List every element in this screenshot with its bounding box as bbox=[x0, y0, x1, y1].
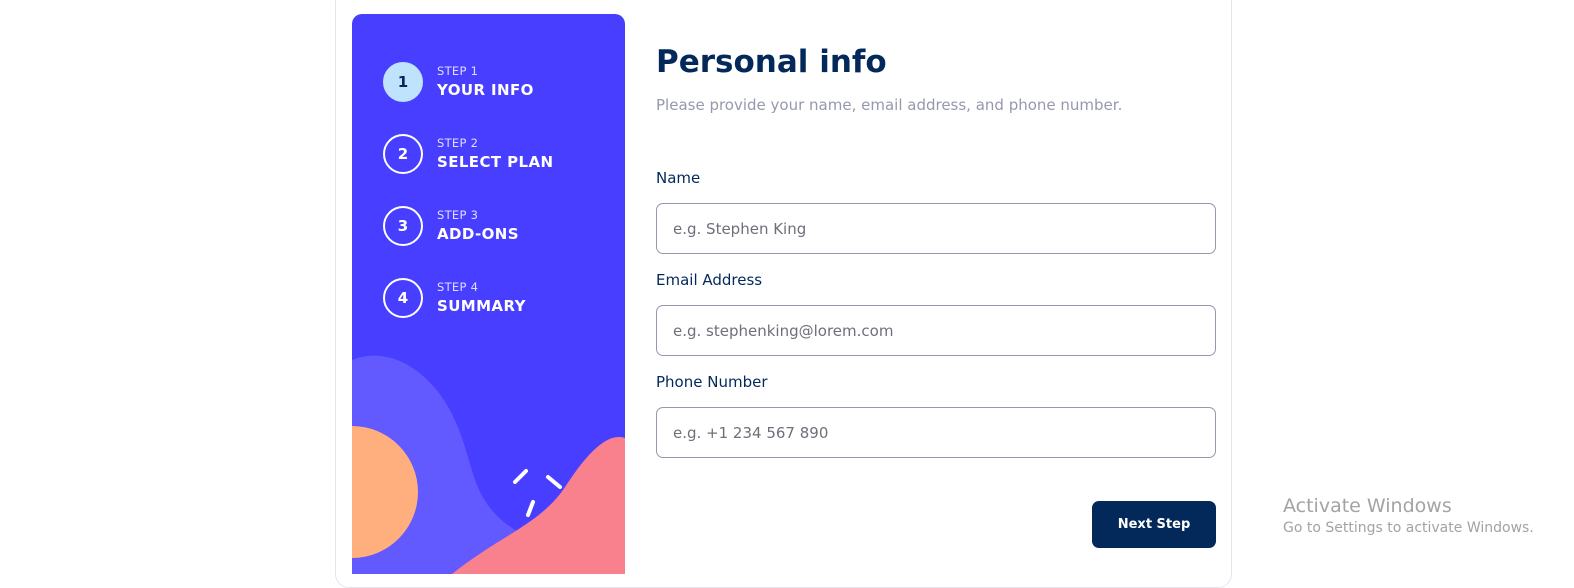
step-4-text: STEP 4 SUMMARY bbox=[437, 280, 526, 317]
decor-dash bbox=[546, 475, 562, 489]
phone-input[interactable] bbox=[656, 407, 1216, 458]
name-label: Name bbox=[656, 169, 701, 187]
step-3-label: STEP 3 bbox=[437, 207, 479, 222]
step-1-text: STEP 1 YOUR INFO bbox=[437, 64, 534, 101]
sidebar-step-3[interactable]: 3 STEP 3 ADD-ONS bbox=[383, 205, 519, 247]
step-1-label: STEP 1 bbox=[437, 63, 479, 78]
watermark-subtitle: Go to Settings to activate Windows. bbox=[1283, 520, 1534, 536]
name-input[interactable] bbox=[656, 203, 1216, 254]
activate-windows-watermark: Activate Windows Go to Settings to activ… bbox=[1283, 494, 1534, 538]
step-2-label: STEP 2 bbox=[437, 135, 479, 150]
phone-label: Phone Number bbox=[656, 373, 768, 391]
page-title: Personal info bbox=[656, 44, 887, 80]
step-3-text: STEP 3 ADD-ONS bbox=[437, 208, 519, 245]
step-4-label: STEP 4 bbox=[437, 279, 479, 294]
sidebar-step-2[interactable]: 2 STEP 2 SELECT PLAN bbox=[383, 133, 553, 175]
decor-dash bbox=[513, 469, 528, 484]
watermark-title: Activate Windows bbox=[1283, 495, 1452, 517]
step-1-title: YOUR INFO bbox=[437, 80, 534, 99]
sidebar-step-1[interactable]: 1 STEP 1 YOUR INFO bbox=[383, 61, 534, 103]
step-3-number: 3 bbox=[383, 206, 423, 246]
step-3-title: ADD-ONS bbox=[437, 224, 519, 243]
email-label: Email Address bbox=[656, 271, 763, 289]
steps-sidebar: 1 STEP 1 YOUR INFO 2 STEP 2 SELECT PLAN … bbox=[352, 14, 625, 574]
step-1-number: 1 bbox=[383, 62, 423, 102]
sidebar-step-4[interactable]: 4 STEP 4 SUMMARY bbox=[383, 277, 526, 319]
step-2-text: STEP 2 SELECT PLAN bbox=[437, 136, 553, 173]
email-input[interactable] bbox=[656, 305, 1216, 356]
step-4-title: SUMMARY bbox=[437, 296, 526, 315]
next-step-button[interactable]: Next Step bbox=[1092, 501, 1216, 548]
step-2-number: 2 bbox=[383, 134, 423, 174]
step-4-number: 4 bbox=[383, 278, 423, 318]
decor-dash bbox=[526, 500, 535, 517]
step-2-title: SELECT PLAN bbox=[437, 152, 554, 171]
page-subtitle: Please provide your name, email address,… bbox=[656, 96, 1123, 114]
